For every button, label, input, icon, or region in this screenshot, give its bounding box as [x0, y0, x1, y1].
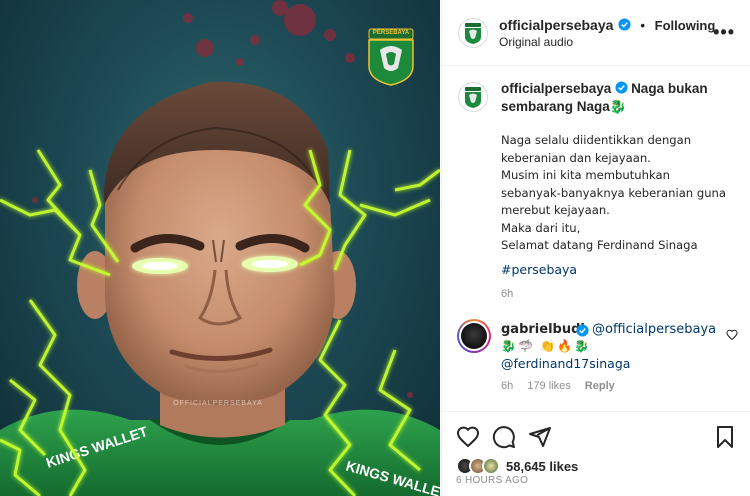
share-paper-plane-icon[interactable] — [528, 425, 552, 449]
commenter-username[interactable]: gabrielbudi — [501, 322, 585, 337]
caption-line: Maka dari itu, — [501, 220, 581, 235]
comment-bubble-icon[interactable] — [492, 425, 516, 449]
caption-body: Naga selalu diidentikkan dengan keberani… — [501, 132, 741, 255]
comment-meta: 6h 179 likes Reply — [501, 380, 626, 392]
persebaya-crest-icon — [368, 28, 414, 86]
post-age: 6 HOURS AGO — [456, 475, 529, 486]
like-heart-icon[interactable] — [456, 425, 480, 449]
commenter-avatar[interactable] — [457, 319, 491, 353]
liker-avatar — [482, 457, 500, 475]
persebaya-crest-icon — [465, 23, 481, 44]
caption-line: sebanyak-banyaknya keberanian guna — [501, 185, 727, 200]
caption-line: Musim ini kita membutuhkan — [501, 168, 670, 182]
post-header: officialpersebaya • Following Original a… — [442, 0, 750, 66]
comment-likes[interactable]: 179 likes — [527, 380, 570, 392]
watermark: OFFICIALPERSEBAYA — [173, 400, 263, 407]
comment-like-heart-icon[interactable] — [726, 329, 738, 341]
comment-timestamp: 6h — [501, 380, 514, 392]
audio-label[interactable]: Original audio — [499, 35, 573, 49]
more-options-icon[interactable]: ••• — [713, 22, 735, 43]
separator-dot: • — [640, 17, 646, 33]
persebaya-crest-icon — [465, 87, 481, 108]
caption-title: officialpersebaya Naga bukan sembarang N… — [501, 80, 741, 116]
caption-timestamp: 6h — [501, 288, 514, 300]
author-username[interactable]: officialpersebaya — [499, 17, 613, 33]
post-sidebar: officialpersebaya • Following Original a… — [441, 0, 750, 496]
caption-line: merebut kejayaan. — [501, 203, 610, 217]
reply-button[interactable]: Reply — [585, 380, 615, 392]
author-avatar[interactable] — [458, 18, 488, 48]
comment-mention-2[interactable]: @ferdinand17sinaga — [501, 356, 630, 371]
following-button[interactable]: Following — [655, 18, 716, 33]
caption-line: keberanian dan kejayaan. — [501, 150, 651, 165]
caption-username[interactable]: officialpersebaya — [501, 81, 611, 96]
comment-mention[interactable]: @officialpersebaya — [592, 322, 716, 337]
post-media[interactable]: KINGS WALLET KINGS WALLE OFFICIALPERSEBA… — [0, 0, 440, 496]
caption-line: Naga selalu diidentikkan dengan — [501, 133, 692, 147]
crest-label: PERSEBAYA — [372, 30, 410, 36]
like-count[interactable]: 58,645 likes — [506, 459, 578, 474]
verified-badge-icon — [618, 18, 631, 31]
caption-author-avatar[interactable] — [458, 82, 488, 112]
save-bookmark-icon[interactable] — [713, 425, 737, 449]
caption-line: Selamat datang Ferdinand Sinaga — [501, 238, 698, 252]
hashtag-link[interactable]: #persebaya — [501, 262, 577, 277]
verified-badge-icon — [615, 81, 628, 94]
verified-badge-icon — [576, 324, 589, 337]
comment-emojis: 🐉🦈 👏🔥🐉 — [501, 339, 592, 353]
